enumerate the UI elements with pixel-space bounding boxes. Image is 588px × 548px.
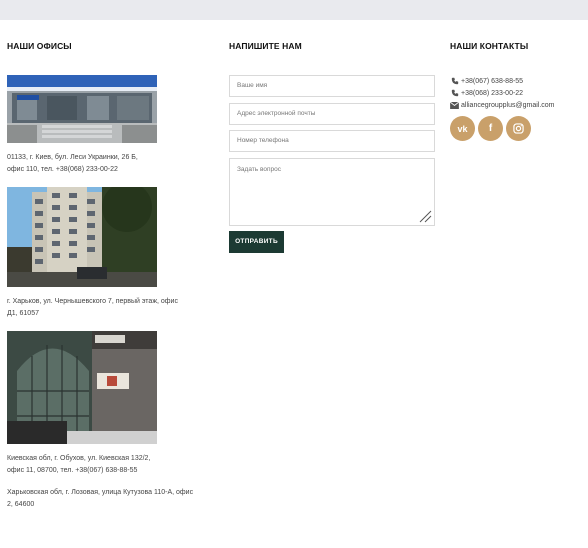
- email-placeholder: Адрес электронной почты: [237, 110, 316, 117]
- name-placeholder: Ваше имя: [237, 82, 268, 89]
- vk-glyph: vk: [457, 123, 468, 134]
- resize-handle-icon[interactable]: [418, 209, 432, 223]
- email-row: alliancegroupplus@gmail.com: [450, 99, 555, 111]
- contacts-column: НАШИ КОНТАКТЫ +38(067) 638-88-55 +38(068…: [450, 38, 585, 141]
- form-heading: НАПИШИТЕ НАМ: [229, 41, 302, 51]
- phone-placeholder: Номер телефона: [237, 137, 289, 144]
- contact-form-column: НАПИШИТЕ НАМ Ваше имя Адрес электронной …: [229, 38, 435, 253]
- address-line: офис 11, 08700, тел. +38(067) 638-88-55: [7, 467, 138, 474]
- phone-icon: [450, 77, 459, 86]
- question-placeholder: Задать вопрос: [237, 166, 281, 173]
- office-photo-obukhiv: [7, 331, 157, 444]
- phone-row-2: +38(068) 233-00-22: [450, 87, 523, 99]
- address-line: Харьковская обл, г. Лозовая, улица Кутуз…: [7, 489, 194, 496]
- question-textarea[interactable]: Задать вопрос: [229, 158, 435, 226]
- address-line: 01133, г. Киев, бул. Леси Украинки, 26 Б…: [7, 154, 138, 161]
- email-address[interactable]: alliancegroupplus@gmail.com: [461, 102, 555, 109]
- office-photo-kyiv: [7, 75, 157, 143]
- office-photo-kharkiv: [7, 187, 157, 287]
- office-address-kyiv: 01133, г. Киев, бул. Леси Украинки, 26 Б…: [7, 152, 217, 176]
- phone-row-1: +38(067) 638-88-55: [450, 75, 523, 87]
- address-line: 2, 64600: [7, 501, 35, 508]
- submit-button[interactable]: ОТПРАВИТЬ: [229, 231, 284, 253]
- phone-field[interactable]: Номер телефона: [229, 130, 435, 152]
- phone-number[interactable]: +38(067) 638-88-55: [461, 78, 523, 85]
- office-address-lozova: Харьковская обл, г. Лозовая, улица Кутуз…: [7, 487, 217, 511]
- offices-column: НАШИ ОФИСЫ 01133, г. Киев, бул. Леси Укр…: [7, 38, 212, 508]
- address-line: Киевская обл, г. Обухов, ул. Киевская 13…: [7, 455, 151, 462]
- address-line: г. Харьков, ул. Чернышевского 7, первый …: [7, 298, 178, 305]
- phone-number[interactable]: +38(068) 233-00-22: [461, 90, 523, 97]
- phone-icon: [450, 89, 459, 98]
- contacts-heading: НАШИ КОНТАКТЫ: [450, 41, 529, 51]
- social-links: vk f: [450, 116, 531, 141]
- instagram-glyph: [513, 123, 524, 134]
- top-bar: [0, 0, 588, 20]
- facebook-icon[interactable]: f: [478, 116, 503, 141]
- office-address-kharkiv: г. Харьков, ул. Чернышевского 7, первый …: [7, 296, 217, 320]
- offices-heading: НАШИ ОФИСЫ: [7, 41, 72, 51]
- email-field[interactable]: Адрес электронной почты: [229, 103, 435, 125]
- address-line: офис 110, тел. +38(068) 233-00-22: [7, 166, 118, 173]
- facebook-glyph: f: [488, 123, 493, 134]
- vk-icon[interactable]: vk: [450, 116, 475, 141]
- office-address-obukhiv: Киевская обл, г. Обухов, ул. Киевская 13…: [7, 453, 217, 477]
- address-line: Д1, 61057: [7, 310, 39, 317]
- envelope-icon: [450, 101, 459, 110]
- name-field[interactable]: Ваше имя: [229, 75, 435, 97]
- instagram-icon[interactable]: [506, 116, 531, 141]
